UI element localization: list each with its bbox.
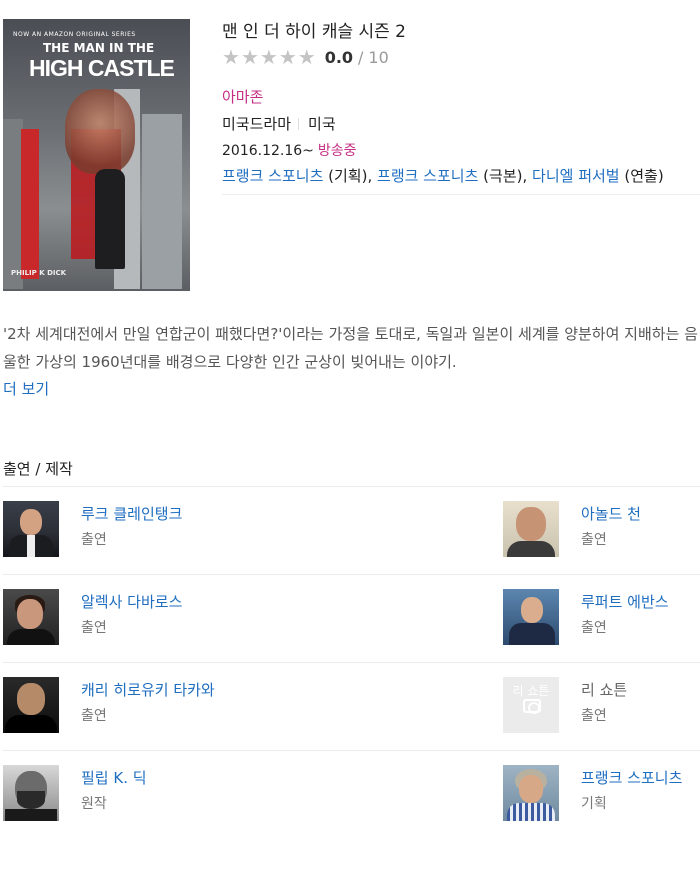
credit-separator: , <box>522 167 533 185</box>
person-role: 출연 <box>581 532 607 548</box>
cast-row: 알렉사 다바로스 출연 루퍼트 에반스 출연 <box>3 575 700 663</box>
cast-row: 루크 클레인탱크 출연 아놀드 천 출연 <box>3 487 700 575</box>
synopsis-text: '2차 세계대전에서 만일 연합군이 패했다면?'이라는 가정을 토대로, 독일… <box>3 325 698 371</box>
cast-heading: 출연 / 제작 <box>3 460 73 478</box>
page-title: 맨 인 더 하이 캐슬 시즌 2 <box>222 22 406 42</box>
rating-max: 10 <box>368 47 389 67</box>
person-role: 출연 <box>581 620 607 636</box>
status-badge: 방송중 <box>317 143 357 159</box>
poster-title-line2: HIGH CASTLE <box>29 55 175 81</box>
credits-line: 프랭크 스포니츠 (기획), 프랭크 스포니츠 (극본), 다니엘 퍼서벌 (연… <box>222 165 700 187</box>
divider <box>222 194 700 195</box>
star-icon[interactable]: ★ <box>222 47 240 67</box>
poster-tagline: NOW AN AMAZON ORIGINAL SERIES <box>13 31 136 38</box>
star-icon[interactable]: ★ <box>241 47 259 67</box>
person-role: 출연 <box>81 620 107 636</box>
person-name: 리 쇼튼 <box>581 681 628 699</box>
person-name[interactable]: 아놀드 천 <box>581 501 641 527</box>
date-row: 2016.12.16~ 방송중 <box>222 141 700 161</box>
poster-author: PHILIP K DICK <box>11 269 67 277</box>
person-photo[interactable] <box>503 589 559 645</box>
credit-role: (기획) <box>328 167 368 185</box>
credit-link-creator[interactable]: 프랭크 스포니츠 <box>222 167 323 185</box>
person-name[interactable]: 필립 K. 딕 <box>81 765 147 791</box>
cast-row: 캐리 히로유키 타카와 출연 리 쇼튼 리 쇼튼 출연 <box>3 663 700 751</box>
person-role: 출연 <box>581 708 607 724</box>
credit-role: (극본) <box>483 167 523 185</box>
genre-label: 미국드라마 <box>222 115 292 133</box>
cast-list: 루크 클레인탱크 출연 아놀드 천 출연 알렉사 다바로스 출연 루퍼트 에반스… <box>3 487 700 839</box>
person-name[interactable]: 알렉사 다바로스 <box>81 589 182 615</box>
person-photo[interactable] <box>3 677 59 733</box>
poster-title-line1: THE MAN IN THE <box>43 41 155 55</box>
person-name[interactable]: 루크 클레인탱크 <box>81 501 182 527</box>
credit-link-writer[interactable]: 프랭크 스포니츠 <box>377 167 478 185</box>
person-role: 기획 <box>581 796 607 812</box>
star-rating[interactable]: ★ ★ ★ ★ ★ <box>222 47 316 67</box>
credit-role: (연출) <box>624 167 664 185</box>
cast-row: 필립 K. 딕 원작 프랭크 스포니츠 기획 <box>3 751 700 839</box>
rating-separator: / <box>358 47 364 67</box>
person-photo[interactable] <box>3 501 59 557</box>
camera-icon <box>523 699 541 714</box>
person-role: 원작 <box>81 796 107 812</box>
person-name[interactable]: 루퍼트 에반스 <box>581 589 669 615</box>
network-label: 아마존 <box>222 88 264 106</box>
poster-figure <box>95 169 125 269</box>
poster-face <box>65 89 135 174</box>
poster-image[interactable]: NOW AN AMAZON ORIGINAL SERIES THE MAN IN… <box>3 19 190 291</box>
star-icon[interactable]: ★ <box>279 47 297 67</box>
more-link[interactable]: 더 보기 <box>3 376 49 402</box>
star-icon[interactable]: ★ <box>260 47 278 67</box>
person-photo[interactable] <box>503 765 559 821</box>
person-role: 출연 <box>81 708 107 724</box>
country-label: 미국 <box>308 115 336 133</box>
person-photo[interactable] <box>3 589 59 645</box>
no-photo-placeholder: 리 쇼튼 <box>503 677 559 733</box>
poster-building <box>3 119 23 289</box>
air-date: 2016.12.16~ <box>222 143 314 159</box>
credit-separator: , <box>367 167 378 185</box>
person-photo[interactable] <box>3 765 59 821</box>
genre-row: 미국드라마 미국 <box>222 114 700 134</box>
person-name[interactable]: 프랭크 스포니츠 <box>581 765 682 791</box>
rating-score: 0.0 <box>324 47 354 67</box>
person-role: 출연 <box>81 532 107 548</box>
person-name[interactable]: 캐리 히로유키 타카와 <box>81 677 215 703</box>
credit-link-director[interactable]: 다니엘 퍼서벌 <box>532 167 620 185</box>
info-panel: 맨 인 더 하이 캐슬 시즌 2 ★ ★ ★ ★ ★ 0.0 / 10 아마존 … <box>222 19 700 195</box>
poster-building <box>142 114 182 289</box>
poster-banner <box>21 129 39 279</box>
person-photo[interactable] <box>503 501 559 557</box>
placeholder-text: 리 쇼튼 <box>512 684 550 698</box>
rating-row: ★ ★ ★ ★ ★ 0.0 / 10 <box>222 45 700 69</box>
star-icon[interactable]: ★ <box>298 47 316 67</box>
divider <box>298 118 300 130</box>
